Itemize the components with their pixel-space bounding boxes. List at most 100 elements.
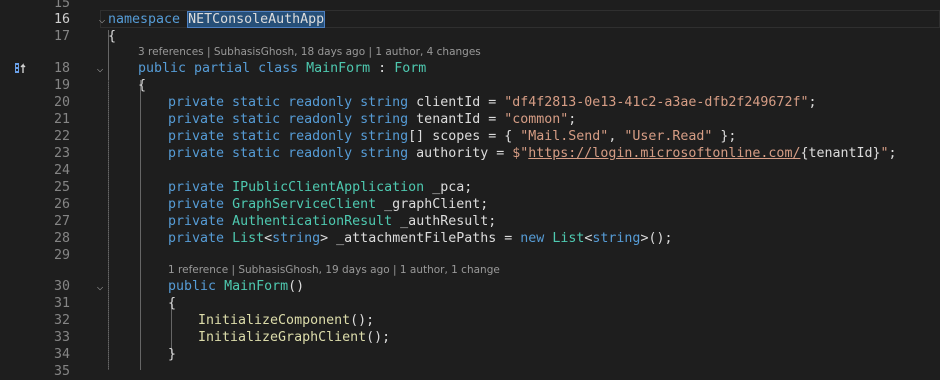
type-name: AuthenticationResult: [232, 214, 393, 229]
type-name: List: [552, 231, 585, 246]
type-name: List: [232, 231, 265, 246]
line-number: 23: [53, 146, 70, 161]
string-literal: "User.Read": [624, 129, 713, 144]
fold-chevron-icon[interactable]: ⌵: [94, 278, 106, 295]
code-line: 35: [0, 363, 940, 380]
implements-override-icon[interactable]: [14, 60, 32, 77]
code-text[interactable]: private AuthenticationResult _authResult…: [168, 213, 496, 230]
line-number: 27: [53, 214, 70, 229]
line-number: 20: [53, 95, 70, 110]
punctuation: (): [288, 279, 305, 294]
fold-chevron-icon[interactable]: ⌵: [94, 60, 106, 77]
punctuation: ;: [888, 146, 897, 161]
punctuation: ;: [808, 95, 817, 110]
keyword: public: [168, 279, 217, 294]
codelens-info[interactable]: 1 reference | SubhasisGhosh, 19 days ago…: [168, 262, 500, 279]
code-line: 16 ⌵ namespace NETConsoleAuthApp: [0, 11, 940, 28]
code-text[interactable]: private static readonly string clientId …: [168, 94, 816, 111]
line-number: 16: [53, 12, 70, 27]
identifier: clientId =: [408, 95, 505, 110]
code-line: 23 private static readonly string author…: [0, 145, 940, 162]
string-literal: ": [880, 146, 889, 161]
code-line: 17 {: [0, 28, 940, 45]
identifier: tenantId =: [408, 112, 505, 127]
keyword: private static readonly string: [168, 146, 409, 161]
line-number: 32: [53, 313, 70, 328]
keyword-namespace: namespace: [108, 12, 181, 27]
code-text[interactable]: private static readonly string[] scopes …: [168, 128, 736, 145]
codelens-row: 3 references | SubhasisGhosh, 18 days ag…: [0, 44, 940, 61]
type-name: GraphServiceClient: [232, 197, 377, 212]
code-text[interactable]: InitializeComponent();: [198, 312, 374, 329]
string-literal: $": [512, 146, 529, 161]
open-brace[interactable]: {: [138, 77, 146, 94]
line-number: 33: [53, 330, 70, 345]
codelens-info[interactable]: 3 references | SubhasisGhosh, 18 days ag…: [138, 44, 481, 61]
line-number: 21: [53, 112, 70, 127]
keyword: private: [168, 214, 225, 229]
method-call: InitializeComponent: [198, 313, 351, 328]
identifier: _pca;: [424, 180, 473, 195]
line-number: 19: [53, 78, 70, 93]
code-line: 26 private GraphServiceClient _graphClie…: [0, 196, 940, 213]
line-number: 35: [53, 364, 70, 379]
identifier: > _attachmentFilePaths =: [320, 231, 521, 246]
keyword: private static readonly string: [168, 112, 409, 127]
code-text[interactable]: private IPublicClientApplication _pca;: [168, 179, 472, 196]
keyword: private: [168, 231, 225, 246]
code-text[interactable]: private List<string> _attachmentFilePath…: [168, 230, 672, 247]
line-number: 31: [53, 296, 70, 311]
code-line: 22 private static readonly string[] scop…: [0, 128, 940, 145]
punctuation: ,: [608, 129, 625, 144]
line-number: 25: [53, 180, 70, 195]
keyword: public partial class: [138, 61, 299, 76]
keyword: private: [168, 180, 225, 195]
code-text[interactable]: private static readonly string tenantId …: [168, 111, 576, 128]
close-brace[interactable]: }: [168, 346, 176, 363]
codelens-row: 1 reference | SubhasisGhosh, 19 days ago…: [0, 262, 940, 279]
code-line: 24: [0, 162, 940, 179]
code-text[interactable]: namespace NETConsoleAuthApp: [108, 11, 326, 28]
line-number: 22: [53, 129, 70, 144]
code-text[interactable]: private GraphServiceClient _graphClient;: [168, 196, 488, 213]
identifier: [] scopes = {: [408, 129, 521, 144]
constructor-name: MainForm: [224, 279, 289, 294]
line-number: 34: [53, 347, 70, 362]
code-line: 21 private static readonly string tenant…: [0, 111, 940, 128]
keyword: private: [168, 197, 225, 212]
url-link[interactable]: https://login.microsoftonline.com/: [528, 146, 800, 161]
code-line: 27 private AuthenticationResult _authRes…: [0, 213, 940, 230]
line-number: 30: [53, 279, 70, 294]
punctuation: ();: [366, 330, 391, 345]
punctuation: };: [712, 129, 737, 144]
code-editor[interactable]: 15 16 ⌵ namespace NETConsoleAuthApp 17 {…: [0, 0, 940, 379]
open-brace[interactable]: {: [168, 295, 176, 312]
code-text[interactable]: public MainForm(): [168, 278, 304, 295]
keyword: new: [520, 231, 545, 246]
base-type: Form: [394, 61, 427, 76]
code-text[interactable]: public partial class MainForm : Form: [138, 60, 426, 77]
keyword: string: [592, 231, 641, 246]
open-brace[interactable]: {: [108, 28, 116, 45]
punctuation: ();: [350, 313, 375, 328]
code-text[interactable]: InitializeGraphClient();: [198, 329, 390, 346]
keyword: private static readonly string: [168, 129, 409, 144]
method-call: InitializeGraphClient: [198, 330, 367, 345]
keyword: string: [272, 231, 321, 246]
fold-chevron-icon[interactable]: ⌵: [96, 11, 108, 28]
code-text[interactable]: private static readonly string authority…: [168, 145, 897, 162]
type-name: IPublicClientApplication: [232, 180, 425, 195]
code-line: 20 private static readonly string client…: [0, 94, 940, 111]
code-line: 32 InitializeComponent();: [0, 312, 940, 329]
code-line: 30 ⌵ public MainForm(): [0, 278, 940, 295]
punctuation: <: [264, 231, 273, 246]
identifier: authority =: [408, 146, 513, 161]
line-number: 17: [53, 29, 70, 44]
class-name: MainForm: [306, 61, 371, 76]
